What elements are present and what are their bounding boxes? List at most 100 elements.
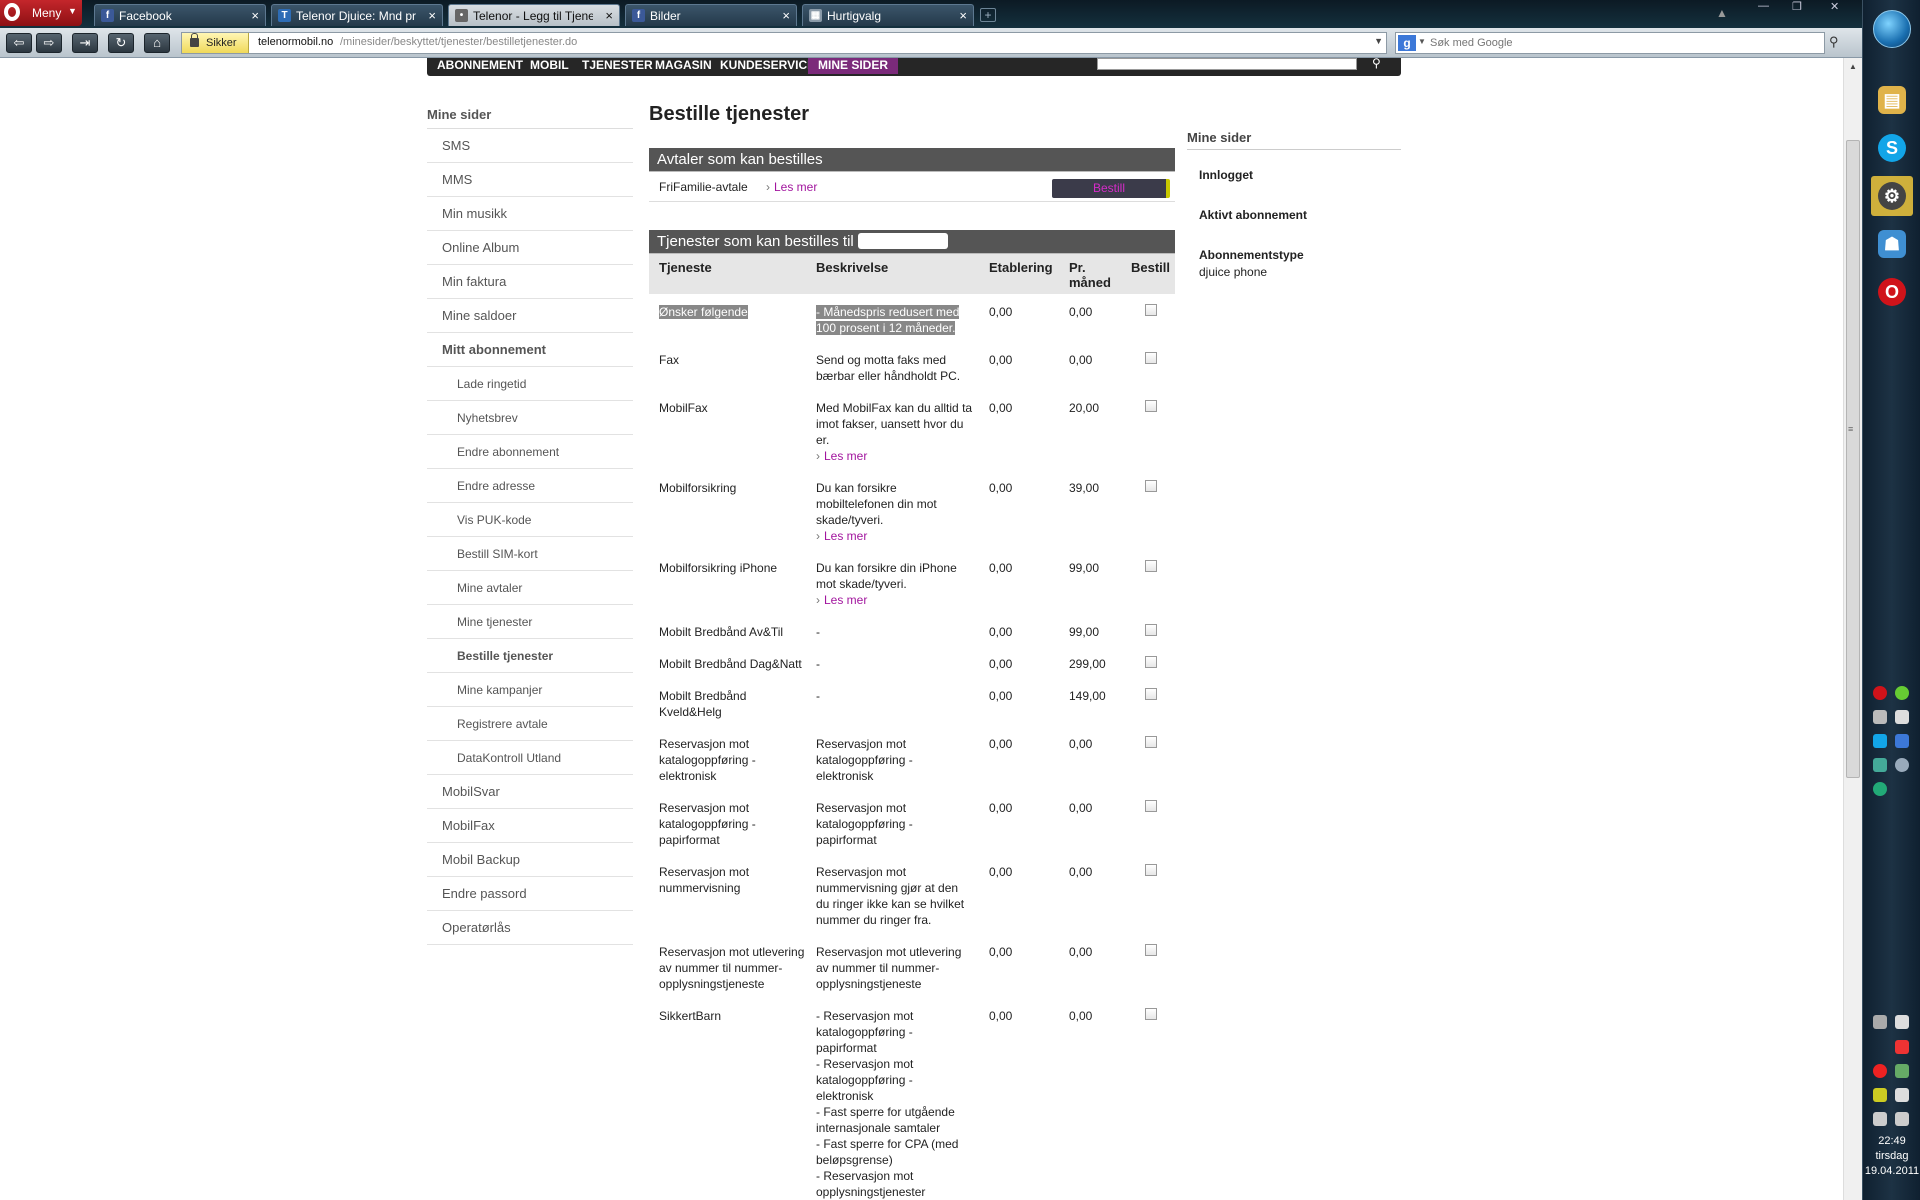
sidebar-item-nyhetsbrev[interactable]: Nyhetsbrev — [427, 401, 633, 435]
read-more-link[interactable]: Les mer — [816, 528, 973, 544]
order-checkbox[interactable] — [1145, 304, 1157, 316]
sidebar-item-lade-ringetid[interactable]: Lade ringetid — [427, 367, 633, 401]
opera-tray-icon[interactable] — [1873, 686, 1887, 700]
sidebar-item-bestille-tjenester[interactable]: Bestille tjenester — [427, 639, 633, 673]
nav-mobil[interactable]: Mobil — [530, 58, 569, 72]
chat-tray-icon[interactable] — [1895, 686, 1909, 700]
reload-icon[interactable]: ↻ — [108, 33, 134, 53]
tab-telenor-legg-til[interactable]: • Telenor - Legg til Tjene... × — [448, 4, 620, 26]
explorer-icon[interactable]: ▤ — [1871, 80, 1913, 120]
order-checkbox[interactable] — [1145, 736, 1157, 748]
opera-menu-button[interactable]: Meny ▼ — [0, 0, 82, 26]
sidebar-item-endre-adresse[interactable]: Endre adresse — [427, 469, 633, 503]
skype-tray-icon[interactable] — [1873, 734, 1887, 748]
home-icon[interactable]: ⌂ — [144, 33, 170, 53]
address-field[interactable]: Sikker telenormobil.no /minesider/beskyt… — [181, 32, 1387, 54]
scrollbar-thumb[interactable] — [1846, 140, 1860, 778]
order-checkbox[interactable] — [1145, 656, 1157, 668]
order-checkbox[interactable] — [1145, 560, 1157, 572]
read-more-link[interactable]: Les mer — [816, 592, 973, 608]
order-agreement-button[interactable]: Bestill — [1052, 179, 1170, 198]
nav-mine-sider[interactable]: Mine sider — [808, 58, 899, 74]
battery-icon[interactable] — [1895, 1064, 1909, 1078]
close-icon[interactable]: × — [959, 8, 967, 23]
sidebar-item-mine-tjenester[interactable]: Mine tjenester — [427, 605, 633, 639]
start-button-icon[interactable] — [1873, 10, 1911, 48]
nav-magasin[interactable]: Magasin — [655, 58, 712, 72]
device-tray-icon[interactable] — [1895, 710, 1909, 724]
order-checkbox[interactable] — [1145, 352, 1157, 364]
antivirus-icon[interactable] — [1895, 1040, 1909, 1054]
security-badge[interactable]: Sikker — [182, 33, 249, 53]
nav-tjenester[interactable]: Tjenester — [582, 58, 653, 72]
search-box[interactable]: g ▼ — [1395, 32, 1825, 54]
sidebar-item-mobilsvar[interactable]: MobilSvar — [427, 775, 633, 809]
order-checkbox[interactable] — [1145, 688, 1157, 700]
forward-icon[interactable]: ⇨ — [36, 33, 62, 53]
sidebar-item-min-musikk[interactable]: Min musikk — [427, 197, 633, 231]
sidebar-item-endre-passord[interactable]: Endre passord — [427, 877, 633, 911]
green-tray-icon[interactable] — [1873, 782, 1887, 796]
sidebar-item-mitt-abonnement[interactable]: Mitt abonnement — [427, 333, 633, 367]
sidebar-item-endre-abonnement[interactable]: Endre abonnement — [427, 435, 633, 469]
sidebar-item-mine-avtaler[interactable]: Mine avtaler — [427, 571, 633, 605]
order-checkbox[interactable] — [1145, 624, 1157, 636]
sidebar-item-sms[interactable]: SMS — [427, 129, 633, 163]
update-tray-icon[interactable] — [1895, 758, 1909, 772]
search-input[interactable] — [1430, 34, 1820, 52]
security-tray-icon[interactable] — [1873, 1088, 1887, 1102]
sidebar-item-online-album[interactable]: Online Album — [427, 231, 633, 265]
device-notify-icon[interactable] — [1895, 1015, 1909, 1029]
chat-notify-icon[interactable] — [1873, 1064, 1887, 1078]
close-icon[interactable]: × — [428, 8, 436, 23]
site-search-input[interactable] — [1097, 58, 1357, 70]
google-tray-icon[interactable] — [1895, 734, 1909, 748]
sidebar-item-mms[interactable]: MMS — [427, 163, 633, 197]
chevron-down-icon[interactable]: ▼ — [1418, 37, 1426, 46]
close-icon[interactable]: × — [782, 8, 790, 23]
tab-hurtigvalg[interactable]: ▦ Hurtigvalg × — [802, 4, 974, 26]
skype-icon[interactable]: S — [1871, 128, 1913, 168]
taskbar-clock[interactable]: 22:49 tirsdag 19.04.2011 — [1863, 1134, 1920, 1179]
back-icon[interactable]: ⇦ — [6, 33, 32, 53]
minimize-icon[interactable]: — — [1758, 0, 1769, 12]
order-checkbox[interactable] — [1145, 800, 1157, 812]
order-checkbox[interactable] — [1145, 864, 1157, 876]
sidebar-item-vis-puk-kode[interactable]: Vis PUK-kode — [427, 503, 633, 537]
search-icon[interactable]: ⚲ — [1829, 34, 1847, 52]
close-window-icon[interactable]: ✕ — [1830, 0, 1839, 13]
network-users-icon[interactable]: ☗ — [1871, 224, 1913, 264]
trash-icon[interactable]: ▲ — [1716, 6, 1732, 20]
nav-abonnement[interactable]: Abonnement — [437, 58, 523, 72]
sidebar-item-mobilfax[interactable]: MobilFax — [427, 809, 633, 843]
sidebar-item-datakontroll-utland[interactable]: DataKontroll Utland — [427, 741, 633, 775]
steam-icon[interactable]: ⚙ — [1871, 176, 1913, 216]
order-checkbox[interactable] — [1145, 480, 1157, 492]
steam-notify-icon[interactable] — [1873, 1015, 1887, 1029]
sidebar-item-bestill-sim-kort[interactable]: Bestill SIM-kort — [427, 537, 633, 571]
close-icon[interactable]: × — [251, 8, 259, 23]
flag-icon[interactable] — [1895, 1088, 1909, 1102]
tab-facebook[interactable]: f Facebook × — [94, 4, 266, 26]
tab-bilder[interactable]: f Bilder × — [625, 4, 797, 26]
scroll-up-icon[interactable]: ▲ — [1849, 62, 1857, 71]
restore-icon[interactable]: ❐ — [1792, 0, 1802, 13]
read-more-link[interactable]: Les mer — [816, 448, 973, 464]
sidebar-item-mine-kampanjer[interactable]: Mine kampanjer — [427, 673, 633, 707]
opera-icon[interactable]: O — [1871, 272, 1913, 312]
users-tray-icon[interactable] — [1873, 758, 1887, 772]
close-icon[interactable]: × — [605, 8, 613, 23]
order-checkbox[interactable] — [1145, 1008, 1157, 1020]
sidebar-item-min-faktura[interactable]: Min faktura — [427, 265, 633, 299]
sidebar-item-mobil-backup[interactable]: Mobil Backup — [427, 843, 633, 877]
volume-icon[interactable] — [1873, 1112, 1887, 1126]
order-checkbox[interactable] — [1145, 400, 1157, 412]
google-icon[interactable]: g — [1398, 35, 1416, 51]
new-tab-icon[interactable]: + — [980, 8, 996, 22]
tab-telenor-djuice[interactable]: T Telenor Djuice: Mnd pr... × — [271, 4, 443, 26]
order-checkbox[interactable] — [1145, 944, 1157, 956]
sidebar-item-registrere-avtale[interactable]: Registrere avtale — [427, 707, 633, 741]
agreement-read-more-link[interactable]: Les mer — [766, 180, 817, 194]
steam-tray-icon[interactable] — [1873, 710, 1887, 724]
sidebar-item-mine-saldoer[interactable]: Mine saldoer — [427, 299, 633, 333]
